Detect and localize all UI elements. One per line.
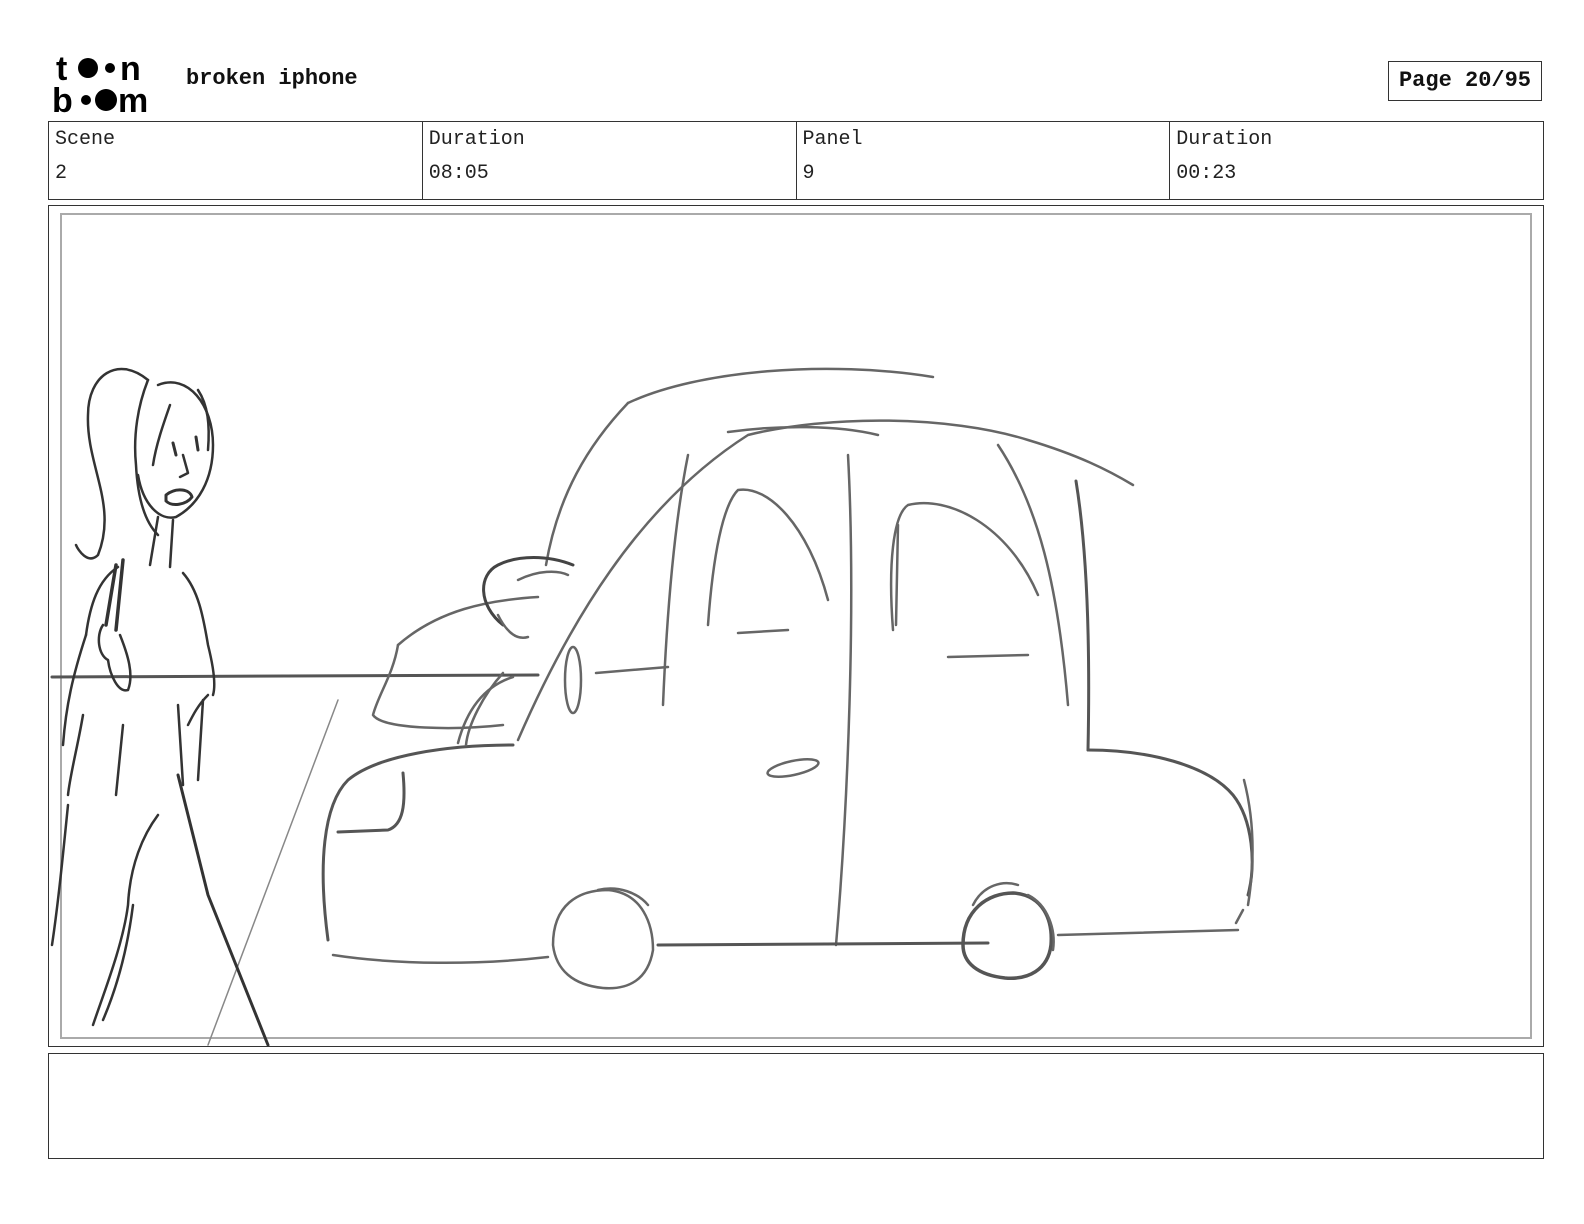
panel-duration-cell: Duration 00:23 [1169, 122, 1543, 199]
panel-duration-value: 00:23 [1176, 162, 1237, 185]
scene-info-table: Scene 2 Duration 08:05 Panel 9 Duration … [48, 121, 1544, 200]
scene-duration-value: 08:05 [428, 162, 489, 185]
woman-figure [50, 367, 270, 1047]
scene-duration-cell: Duration 08:05 [421, 122, 796, 199]
panel-label: Panel [802, 128, 863, 151]
project-title: broken iphone [186, 66, 358, 91]
notes-box[interactable] [48, 1053, 1544, 1159]
scene-duration-label: Duration [428, 128, 525, 151]
scene-value: 2 [55, 162, 68, 185]
panel-value: 9 [802, 162, 815, 185]
storyboard-sketch [50, 367, 1254, 1047]
panel-cell: Panel 9 [795, 122, 1170, 199]
scene-cell: Scene 2 [49, 122, 422, 199]
horizon-line [50, 673, 540, 679]
page-indicator: Page 20/95 [1388, 61, 1542, 101]
panel-duration-label: Duration [1176, 128, 1273, 151]
svg-text:b: b [52, 82, 73, 114]
svg-text:m: m [118, 82, 148, 114]
road-line [207, 699, 339, 1046]
scene-label: Scene [55, 128, 116, 151]
toonboom-logo: t n b m [52, 50, 148, 114]
car-drawing [321, 367, 1254, 990]
